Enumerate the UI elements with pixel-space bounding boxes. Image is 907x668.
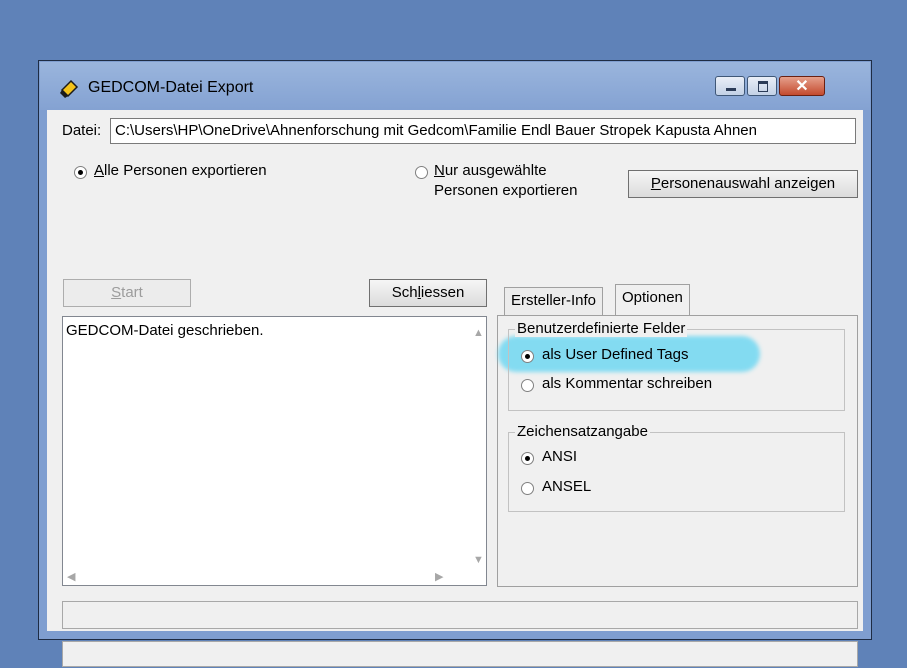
scroll-down-icon[interactable]: ▼ — [473, 554, 484, 566]
comment-radio[interactable] — [521, 379, 534, 392]
export-all-radio[interactable] — [74, 166, 87, 179]
title-bar[interactable]: GEDCOM-Datei Export ✕ — [40, 62, 870, 110]
tab-ersteller-info[interactable]: Ersteller-Info — [504, 287, 604, 315]
vertical-scrollbar[interactable]: ▲ ▼ — [469, 317, 486, 570]
show-selection-button[interactable]: Personenauswahl anzeigen — [628, 170, 858, 198]
export-window: GEDCOM-Datei Export ✕ Datei: C:\Users\HP… — [38, 60, 872, 667]
close-button[interactable]: ✕ — [779, 76, 825, 96]
log-text: GEDCOM-Datei geschrieben. — [66, 322, 264, 339]
minimize-icon[interactable] — [715, 76, 745, 96]
scroll-left-icon[interactable]: ◀ — [67, 570, 75, 583]
user-defined-tags-radio[interactable] — [521, 350, 534, 363]
tab-optionen[interactable]: Optionen — [615, 284, 690, 315]
log-box[interactable]: GEDCOM-Datei geschrieben. ▲ ▼ ◀ ▶ — [62, 316, 487, 586]
ansel-radio[interactable] — [521, 482, 534, 495]
ansi-radio[interactable] — [521, 452, 534, 465]
custom-fields-group: Benutzerdefinierte Felder als User Defin… — [508, 320, 845, 411]
ansel-label[interactable]: ANSEL — [542, 478, 591, 495]
scroll-right-icon[interactable]: ▶ — [435, 570, 443, 583]
progress-bar — [62, 601, 858, 629]
export-selected-label-line2[interactable]: Personen exportieren — [434, 182, 577, 199]
window-title: GEDCOM-Datei Export — [88, 79, 254, 96]
export-selected-radio[interactable] — [415, 166, 428, 179]
charset-group: Zeichensatzangabe ANSI ANSEL — [508, 423, 845, 512]
custom-fields-title: Benutzerdefinierte Felder — [515, 320, 688, 337]
horizontal-scrollbar[interactable]: ◀ ▶ — [63, 568, 470, 585]
export-all-label[interactable]: Alle Personen exportieren — [94, 162, 267, 179]
start-button[interactable]: Start — [63, 279, 191, 307]
dialog-client: Datei: C:\Users\HP\OneDrive\Ahnenforschu… — [48, 110, 862, 667]
ansi-label[interactable]: ANSI — [542, 448, 577, 465]
user-defined-tags-label[interactable]: als User Defined Tags — [542, 346, 688, 363]
close-dialog-button[interactable]: Schliessen — [369, 279, 487, 307]
maximize-icon[interactable] — [747, 76, 777, 96]
close-icon: ✕ — [795, 78, 809, 95]
shield-icon — [60, 79, 79, 98]
scroll-up-icon[interactable]: ▲ — [473, 327, 484, 339]
status-bar — [62, 641, 858, 667]
path-label: Datei: — [62, 122, 102, 139]
export-selected-label-line1[interactable]: Nur ausgewählte — [434, 162, 547, 179]
charset-title: Zeichensatzangabe — [515, 423, 650, 440]
comment-label[interactable]: als Kommentar schreiben — [542, 375, 712, 392]
path-field[interactable]: C:\Users\HP\OneDrive\Ahnenforschung mit … — [110, 118, 856, 144]
